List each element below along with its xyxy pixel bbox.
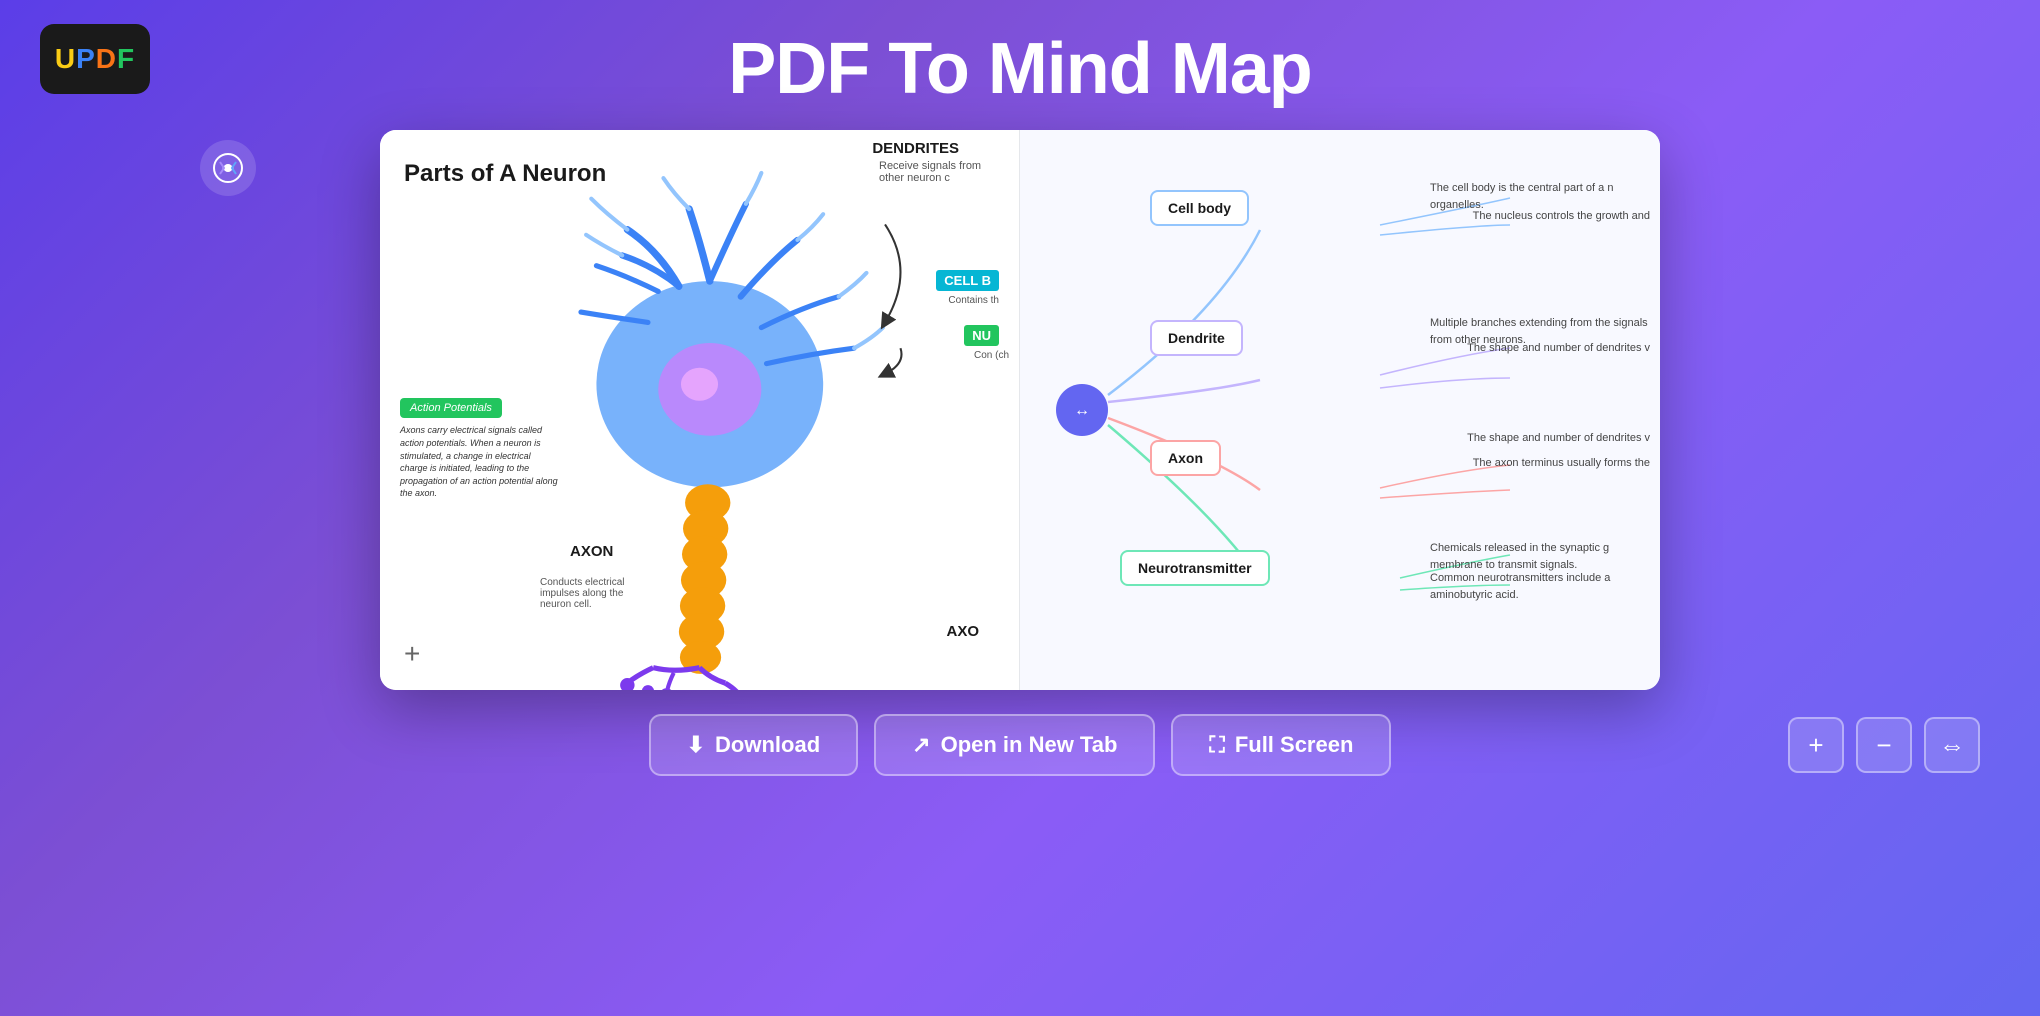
zoom-controls: + − ⇔ bbox=[1788, 717, 1980, 773]
open-new-tab-icon: ↗ bbox=[912, 732, 930, 758]
zoom-out-button[interactable]: − bbox=[1856, 717, 1912, 773]
download-label: Download bbox=[715, 732, 820, 758]
add-button[interactable]: + bbox=[404, 638, 420, 670]
mindmap-node-dendrite: Dendrite bbox=[1150, 320, 1243, 356]
cellbody-desc: Contains th bbox=[948, 295, 999, 306]
dendrites-label: DENDRITES bbox=[872, 140, 959, 157]
full-screen-icon: ⛶ bbox=[1209, 732, 1224, 758]
axon-desc: Conducts electrical impulses along the n… bbox=[540, 577, 650, 610]
full-screen-button[interactable]: ⛶ Full Screen bbox=[1171, 714, 1391, 776]
mindmap-desc-n1: Chemicals released in the synaptic g mem… bbox=[1430, 540, 1650, 573]
open-new-tab-button[interactable]: ↗ Open in New Tab bbox=[874, 714, 1155, 776]
dendrites-desc: Receive signals from other neuron c bbox=[879, 160, 999, 184]
mindmap-desc-cb2: The nucleus controls the growth and bbox=[1473, 208, 1650, 225]
nucleus-desc: Con (ch bbox=[974, 350, 1009, 361]
full-screen-label: Full Screen bbox=[1235, 732, 1354, 758]
mindmap-node-neurotransmitter: Neurotransmitter bbox=[1120, 550, 1270, 586]
action-note-label: Action Potentials bbox=[400, 398, 502, 418]
main-area: Parts of A Neuron bbox=[0, 130, 2040, 690]
zoom-in-button[interactable]: + bbox=[1788, 717, 1844, 773]
bottom-toolbar: ⬇ Download ↗ Open in New Tab ⛶ Full Scre… bbox=[0, 690, 2040, 800]
mindmap-node-cell-body: Cell body bbox=[1150, 190, 1249, 226]
mindmap-desc-d2: The shape and number of dendrites v bbox=[1467, 340, 1650, 357]
mindmap-desc-a2: The axon terminus usually forms the bbox=[1473, 455, 1650, 472]
preview-container: Parts of A Neuron bbox=[380, 130, 1660, 690]
svg-text:↔: ↔ bbox=[1074, 402, 1090, 419]
logo[interactable]: UPDF bbox=[40, 24, 150, 94]
fit-button[interactable]: ⇔ bbox=[1924, 717, 1980, 773]
header: UPDF PDF To Mind Map bbox=[0, 0, 2040, 130]
download-button[interactable]: ⬇ Download bbox=[649, 714, 859, 776]
mindmap-node-axon: Axon bbox=[1150, 440, 1221, 476]
download-icon: ⬇ bbox=[687, 732, 705, 758]
mindmap-desc-n2: Common neurotransmitters include a amino… bbox=[1430, 570, 1650, 603]
axon-main-label: AXON bbox=[570, 543, 613, 560]
toolbar-left: ⬇ Download ↗ Open in New Tab ⛶ Full Scre… bbox=[649, 714, 1392, 776]
logo-text: UPDF bbox=[55, 43, 135, 75]
axon-terminal-label: AXO bbox=[946, 623, 979, 640]
action-note-text: Axons carry electrical signals called ac… bbox=[400, 424, 560, 500]
mindmap-desc-a1: The shape and number of dendrites v bbox=[1467, 430, 1650, 447]
nucleus-label: NU bbox=[964, 325, 999, 346]
open-new-tab-label: Open in New Tab bbox=[941, 732, 1118, 758]
pdf-panel: Parts of A Neuron bbox=[380, 130, 1020, 690]
page-title: PDF To Mind Map bbox=[728, 28, 1312, 110]
mindmap-panel: ↔ Cell body Dendr bbox=[1020, 130, 1660, 690]
cellbody-label: CELL B bbox=[936, 270, 999, 291]
decorative-icon bbox=[200, 140, 256, 196]
action-note: Action Potentials Axons carry electrical… bbox=[400, 398, 560, 500]
